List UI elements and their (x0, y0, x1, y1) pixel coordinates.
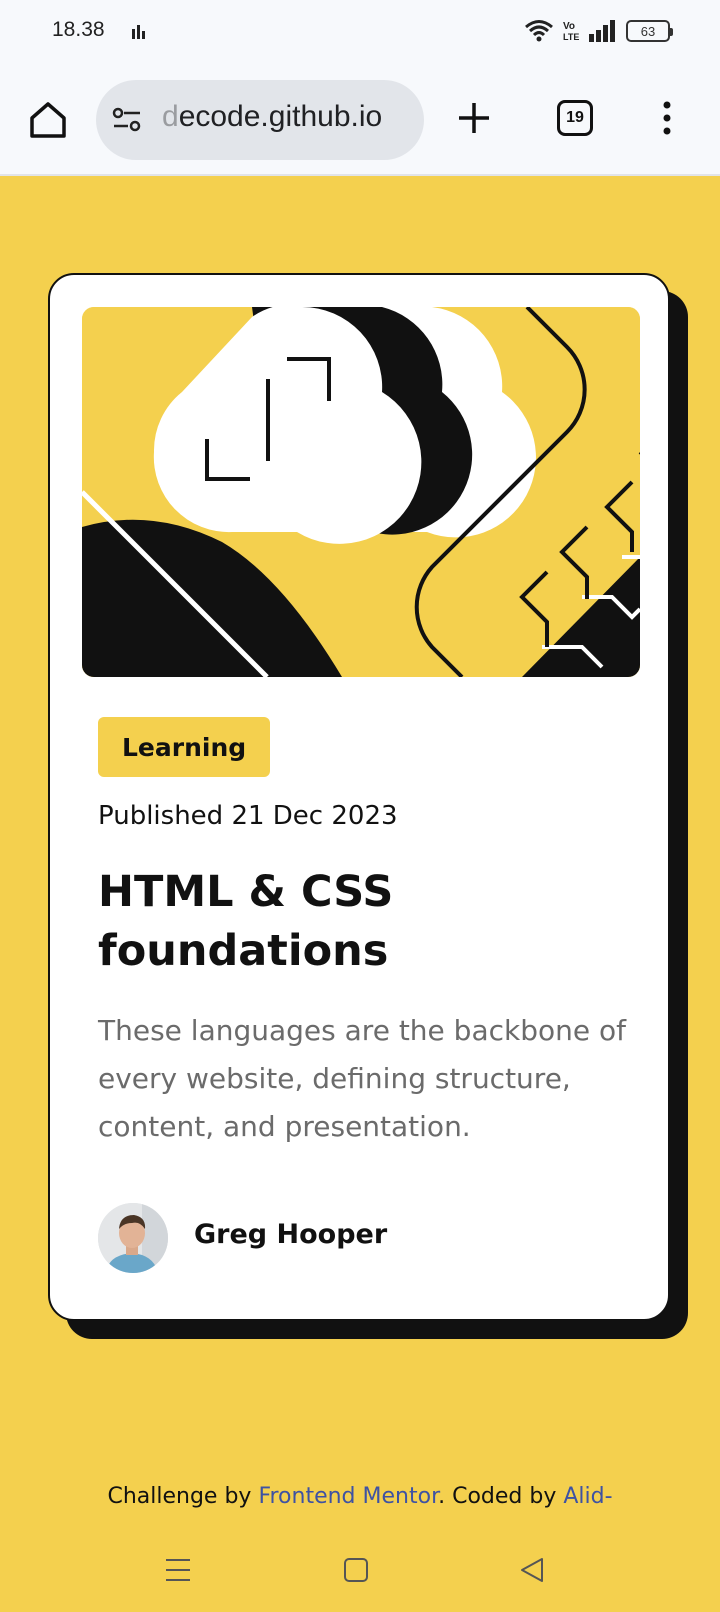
back-triangle-icon[interactable] (512, 1550, 552, 1590)
url-faded-prefix: d (162, 100, 179, 133)
more-vert-icon[interactable] (660, 100, 674, 136)
home-square-icon[interactable] (336, 1550, 376, 1590)
card-description: These languages are the backbone of ever… (98, 1014, 626, 1143)
svg-text:Vo: Vo (563, 21, 575, 32)
wifi-icon (525, 20, 553, 42)
signal-icon (589, 20, 615, 42)
author-photo (98, 1203, 168, 1273)
activity-icon (132, 25, 145, 39)
status-time: 18.38 (52, 18, 105, 41)
hero-illustration (82, 307, 640, 677)
avatar (98, 1203, 168, 1273)
blog-preview-card: Learning Published 21 Dec 2023 HTML & CS… (48, 273, 670, 1321)
url-domain: ecode.github.io (178, 100, 383, 133)
published-date: Published 21 Dec 2023 (98, 801, 398, 831)
menu-icon[interactable] (158, 1550, 198, 1590)
battery-icon: 63 (626, 20, 673, 42)
browser-toolbar: decode.github.io 19 (0, 66, 720, 176)
author-name: Greg Hooper (194, 1219, 388, 1250)
home-icon[interactable] (26, 98, 70, 142)
card-title[interactable]: HTML & CSS foundations (98, 863, 618, 981)
tabs-icon[interactable]: 19 (557, 100, 593, 136)
battery-level: 63 (640, 23, 656, 39)
site-settings-icon[interactable] (112, 106, 144, 134)
address-bar[interactable]: decode.github.io (96, 80, 424, 160)
attribution-middle: . Coded by (438, 1484, 564, 1509)
url-text[interactable]: decode.github.io (162, 100, 382, 134)
system-nav-bar (0, 1528, 720, 1612)
volte-icon: Vo LTE (563, 21, 579, 42)
attribution-prefix: Challenge by (107, 1484, 259, 1509)
attribution: Challenge by Frontend Mentor. Coded by A… (0, 1476, 720, 1528)
status-icons: Vo LTE 63 (524, 19, 673, 43)
tab-count: 19 (566, 109, 584, 126)
frontend-mentor-link[interactable]: Frontend Mentor (258, 1484, 438, 1509)
plus-icon[interactable] (456, 100, 492, 136)
status-bar: 18.38 Vo LTE 63 (0, 0, 720, 66)
category-tag: Learning (98, 717, 271, 777)
illustration-graphic (82, 307, 640, 677)
svg-text:LTE: LTE (563, 32, 579, 42)
